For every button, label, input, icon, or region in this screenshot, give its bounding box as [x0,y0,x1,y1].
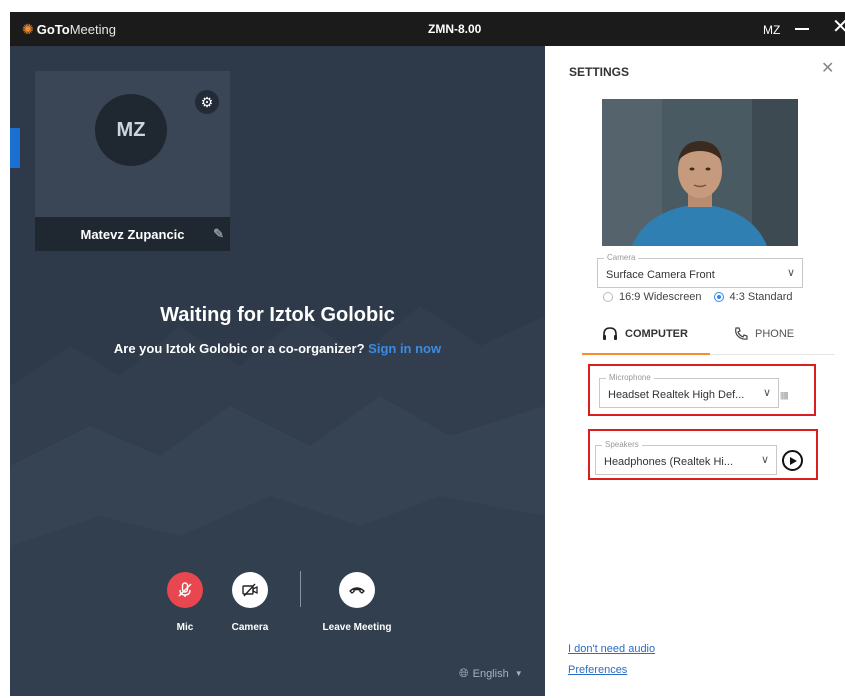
camera-preview-image [602,99,798,246]
camera-button[interactable] [232,572,268,608]
user-initials[interactable]: MZ [763,23,780,37]
no-audio-link[interactable]: I don't need audio [568,643,655,655]
mic-muted-icon [178,582,192,597]
language-selector[interactable]: 🌐︎ English ▼ [459,666,523,681]
chevron-down-icon: ∨ [762,387,771,399]
gotomeeting-logo-icon: ✺ [22,21,34,37]
phone-icon [735,327,748,340]
app-logo: ✺ GoTo Meeting [22,21,116,38]
logo-goto-text: GoTo [36,22,70,37]
controls-divider [300,571,301,607]
microphone-select[interactable]: Microphone Headset Realtek High Def... ∨ [599,373,779,408]
gear-icon[interactable]: ⚙ [195,90,219,114]
close-window-button[interactable]: ✕ [832,16,845,38]
leave-meeting-label: Leave Meeting [322,622,392,633]
mic-button[interactable] [167,572,203,608]
play-icon [789,456,797,465]
language-value: English [472,667,509,680]
chevron-down-icon: ∨ [786,267,795,279]
camera-off-icon [242,583,258,597]
camera-label: Camera [231,622,269,633]
pencil-icon[interactable]: ✎ [213,226,224,242]
organizer-question: Are you Iztok Golobic or a co-organizer?… [10,341,545,356]
waiting-heading: Waiting for Iztok Golobic [160,304,395,326]
widescreen-label[interactable]: 16:9 Widescreen [619,291,702,303]
speakers-value: Headphones (Realtek Hi... [604,456,734,468]
speakers-legend: Speakers [602,440,642,449]
window-title: ZMN-8.00 [428,22,482,36]
play-test-sound-button[interactable] [782,450,803,471]
participant-name-bar: Matevz Zupancic ✎ [35,217,230,251]
camera-select[interactable]: Camera Surface Camera Front ∨ [597,253,803,288]
chevron-down-icon: ∨ [760,454,769,466]
microphone-value: Headset Realtek High Def... [608,389,745,401]
leave-meeting-button[interactable] [339,572,375,608]
participant-tile: MZ ⚙ Matevz Zupancic ✎ [35,71,230,251]
participant-name: Matevz Zupancic [80,226,185,242]
speakers-select[interactable]: Speakers Headphones (Realtek Hi... ∨ [595,440,777,475]
camera-value: Surface Camera Front [606,269,715,281]
standard-label[interactable]: 4:3 Standard [730,291,793,303]
hangup-icon [349,587,365,594]
tab-computer[interactable]: COMPUTER [601,326,688,342]
settings-panel: SETTINGS ✕ Camera Surface Camera Front ∨ [545,46,845,698]
radio-widescreen[interactable] [603,292,613,302]
minimize-button[interactable] [795,28,809,30]
radio-standard[interactable] [713,292,724,302]
tab-phone[interactable]: PHONE [733,326,794,342]
mic-level-meter: ||||||| [780,391,788,400]
tab-phone-label: PHONE [755,328,795,340]
settings-title: SETTINGS [569,65,630,79]
active-tab-underline [582,353,710,355]
camera-legend: Camera [604,253,639,262]
camera-preview [602,99,798,246]
microphone-legend: Microphone [606,373,654,382]
organizer-question-text: Are you Iztok Golobic or a co-organizer? [113,341,365,356]
avatar: MZ [95,94,167,166]
title-bar: ✺ GoTo Meeting ZMN-8.00 MZ ✕ [10,12,845,46]
tab-computer-label: COMPUTER [625,328,688,340]
globe-icon: 🌐︎ [459,666,469,680]
app-root: ✺ GoTo Meeting ZMN-8.00 MZ ✕ MZ ⚙ Matevz … [0,0,845,698]
caret-down-icon: ▼ [514,669,523,678]
headset-icon [603,327,617,340]
meeting-stage: MZ ⚙ Matevz Zupancic ✎ Waiting for Iztok… [10,46,545,696]
aspect-ratio-options: 16:9 Widescreen 4:3 Standard [603,291,793,303]
tab-separator [710,354,835,355]
close-icon[interactable]: ✕ [821,58,834,78]
left-edge-accent [10,128,20,168]
preferences-link[interactable]: Preferences [568,664,627,676]
sign-in-link[interactable]: Sign in now [368,341,441,356]
logo-meeting-text: Meeting [69,22,116,37]
